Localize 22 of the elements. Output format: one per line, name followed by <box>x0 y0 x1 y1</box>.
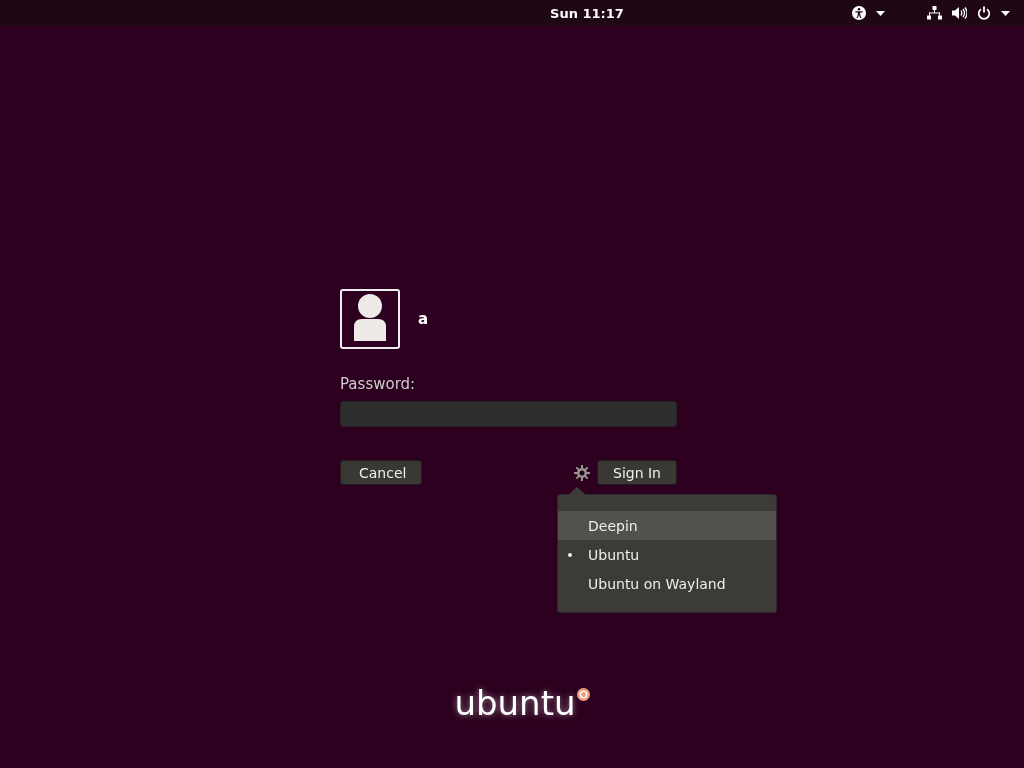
circle-of-friends-icon <box>576 688 590 701</box>
session-menu-item[interactable]: Ubuntu on Wayland <box>558 569 776 598</box>
session-menu-item[interactable]: Ubuntu <box>558 540 776 569</box>
settings-icon[interactable] <box>574 464 590 481</box>
cancel-button[interactable]: Cancel <box>340 460 422 485</box>
session-menu-item[interactable]: Deepin <box>558 511 776 540</box>
password-field[interactable] <box>340 401 677 427</box>
person-icon <box>352 293 388 343</box>
caret-icon[interactable] <box>1001 10 1010 16</box>
sign-in-button[interactable]: Sign In <box>597 460 677 485</box>
ubuntu-logo: ubuntu <box>454 686 576 720</box>
power-icon[interactable] <box>977 6 991 20</box>
user-name: a <box>418 310 429 328</box>
accessibility-icon[interactable] <box>852 6 866 20</box>
session-name: Deepin <box>588 517 638 534</box>
password-label: Password: <box>340 375 417 393</box>
session-name: Ubuntu <box>588 546 640 563</box>
network-icon[interactable] <box>927 6 942 20</box>
caret-icon[interactable] <box>876 10 885 16</box>
clock[interactable]: Sun 11:17 <box>550 5 624 21</box>
volume-icon[interactable] <box>952 6 967 20</box>
session-name: Ubuntu on Wayland <box>588 575 726 592</box>
